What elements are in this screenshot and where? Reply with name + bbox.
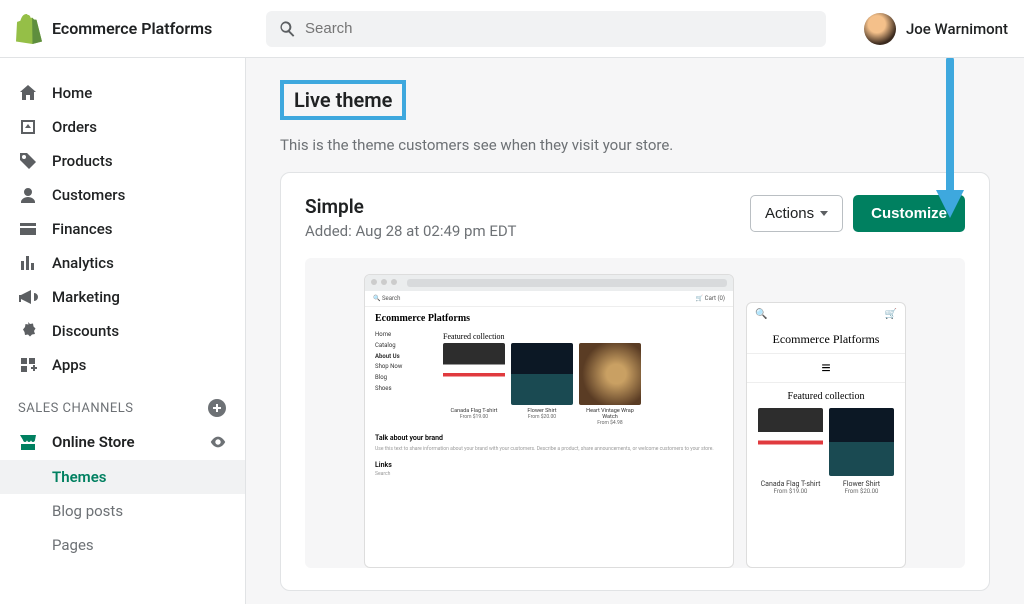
layout: Home Orders Products Customers Finances … [0, 58, 1024, 604]
chevron-down-icon [820, 211, 828, 216]
subnav-themes[interactable]: Themes [0, 460, 245, 494]
person-icon [18, 185, 38, 205]
theme-name: Simple [305, 195, 516, 218]
live-theme-highlight: Live theme [280, 80, 406, 120]
user-area[interactable]: Joe Warnimont [864, 13, 1008, 45]
add-channel-icon[interactable] [207, 398, 227, 418]
customize-button[interactable]: Customize [853, 195, 965, 232]
desktop-preview: 🔍 Search🛒 Cart (0) Ecommerce Platforms H… [364, 274, 734, 568]
shopify-logo-icon [16, 14, 42, 44]
theme-actions: Actions Customize [750, 195, 965, 232]
nav-home[interactable]: Home [0, 76, 245, 110]
live-theme-subtitle: This is the theme customers see when the… [280, 136, 990, 154]
store-icon [18, 432, 38, 452]
user-name: Joe Warnimont [906, 20, 1008, 38]
nav-marketing[interactable]: Marketing [0, 280, 245, 314]
theme-card: Simple Added: Aug 28 at 02:49 pm EDT Act… [280, 172, 990, 591]
search-icon [278, 19, 297, 39]
avatar [864, 13, 896, 45]
nav-finances[interactable]: Finances [0, 212, 245, 246]
nav-customers[interactable]: Customers [0, 178, 245, 212]
apps-icon [18, 355, 38, 375]
discount-icon [18, 321, 38, 341]
subnav-pages[interactable]: Pages [52, 528, 245, 562]
nav-orders[interactable]: Orders [0, 110, 245, 144]
nav-apps[interactable]: Apps [0, 348, 245, 382]
main-content: Live theme This is the theme customers s… [246, 58, 1024, 604]
theme-header: Simple Added: Aug 28 at 02:49 pm EDT Act… [305, 195, 965, 240]
sales-channels-header: SALES CHANNELS [0, 382, 245, 424]
subnav-blog-posts[interactable]: Blog posts [52, 494, 245, 528]
mobile-preview: 🔍🛒 Ecommerce Platforms ≡ Featured collec… [746, 302, 906, 568]
nav-products[interactable]: Products [0, 144, 245, 178]
topbar: Ecommerce Platforms Joe Warnimont [0, 0, 1024, 58]
eye-icon[interactable] [209, 433, 227, 451]
analytics-icon [18, 253, 38, 273]
logo-area: Ecommerce Platforms [16, 14, 246, 44]
channel-online-store[interactable]: Online Store [0, 424, 245, 460]
search-input[interactable] [305, 20, 814, 37]
actions-button[interactable]: Actions [750, 195, 843, 232]
search-box[interactable] [266, 11, 826, 47]
nav-analytics[interactable]: Analytics [0, 246, 245, 280]
home-icon [18, 83, 38, 103]
megaphone-icon [18, 287, 38, 307]
theme-meta: Added: Aug 28 at 02:49 pm EDT [305, 222, 516, 240]
preview-stage: 🔍 Search🛒 Cart (0) Ecommerce Platforms H… [305, 258, 965, 568]
tag-icon [18, 151, 38, 171]
sidebar: Home Orders Products Customers Finances … [0, 58, 246, 604]
orders-icon [18, 117, 38, 137]
search-wrap [266, 11, 826, 47]
live-theme-heading: Live theme [294, 88, 392, 112]
nav-discounts[interactable]: Discounts [0, 314, 245, 348]
online-store-subnav: Themes Blog posts Pages [0, 460, 245, 562]
finances-icon [18, 219, 38, 239]
store-name: Ecommerce Platforms [52, 19, 212, 38]
